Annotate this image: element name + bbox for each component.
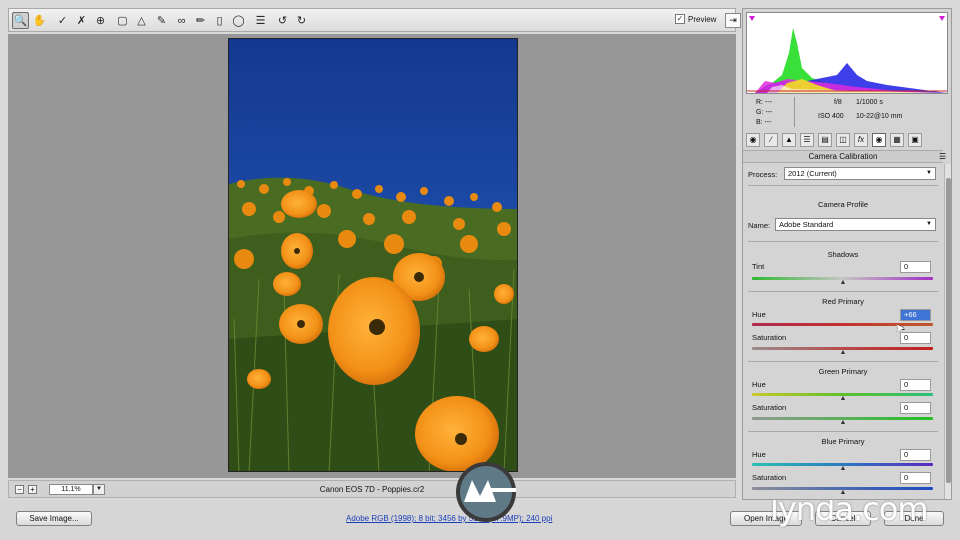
photo-preview[interactable] [228, 38, 518, 472]
split-toning-tab-icon[interactable]: ▤ [818, 133, 832, 147]
straighten-tool-icon[interactable]: △ [133, 12, 150, 29]
status-bar: − + 11.1% ▼ Canon EOS 7D - Poppies.cr2 [8, 480, 736, 498]
preview-toggle[interactable]: ✓ Preview [675, 14, 716, 24]
scrollbar-thumb[interactable] [946, 178, 951, 483]
save-image-button[interactable]: Save Image... [16, 511, 92, 526]
targeted-adjustment-tool-icon[interactable]: ⊕ [92, 12, 109, 29]
detail-tab-icon[interactable]: ▲ [782, 133, 796, 147]
top-toolbar: 🔍 ✋ ✓ ✗ ⊕ ▢ △ ✎ ∞ ✏ ▯ ◯ ☰ ↺ ↻ ✓ Preview … [8, 8, 741, 32]
red-saturation-label: Saturation [752, 333, 787, 342]
preview-label: Preview [688, 14, 717, 24]
readout-b: B: --- [756, 119, 772, 126]
tint-slider-thumb[interactable]: ▲ [840, 279, 847, 286]
blue-hue-slider-thumb[interactable]: ▲ [840, 465, 847, 472]
red-hue-value-field[interactable]: +66 [900, 309, 931, 321]
tone-curve-tab-icon[interactable]: ∕ [764, 133, 778, 147]
process-value: 2012 (Current) [788, 169, 837, 178]
fullscreen-toggle-icon[interactable]: ⇥ [725, 13, 741, 28]
panel-title: Camera Calibration [743, 150, 943, 163]
divider [748, 291, 938, 292]
red-saturation-slider-thumb[interactable]: ▲ [840, 349, 847, 356]
camera-info: R: --- G: --- B: --- f/8 1/1000 s ISO 40… [746, 97, 948, 133]
rotate-right-icon[interactable]: ↻ [293, 12, 310, 29]
process-label: Process: [748, 170, 778, 179]
name-label: Name: [748, 221, 771, 230]
divider [748, 431, 938, 432]
green-saturation-value-field[interactable]: 0 [900, 402, 931, 414]
rotate-left-icon[interactable]: ↺ [274, 12, 291, 29]
calibration-controls: Process: 2012 (Current) ▼ Camera Profile… [743, 164, 943, 499]
info-divider [794, 97, 795, 127]
lens: 10-22@10 mm [856, 113, 903, 120]
red-eye-removal-tool-icon[interactable]: ∞ [173, 12, 190, 29]
preview-checkbox[interactable]: ✓ [675, 14, 685, 24]
shadows-title: Shadows [827, 250, 859, 259]
readout-g: G: --- [756, 109, 773, 116]
green-saturation-slider-thumb[interactable]: ▲ [840, 419, 847, 426]
tint-value-field[interactable]: 0 [900, 261, 931, 273]
hsl-tab-icon[interactable]: ☰ [800, 133, 814, 147]
red-primary-title: Red Primary [822, 297, 864, 306]
lynda-logo-icon [456, 462, 516, 522]
green-hue-slider-thumb[interactable]: ▲ [840, 395, 847, 402]
green-saturation-label: Saturation [752, 403, 787, 412]
shutter-speed: 1/1000 s [856, 99, 883, 106]
blue-saturation-value-field[interactable]: 0 [900, 472, 931, 484]
readout-r: R: --- [756, 99, 772, 106]
presets-tab-icon[interactable]: ▦ [890, 133, 904, 147]
radial-filter-icon[interactable]: ◯ [230, 12, 247, 29]
blue-hue-value-field[interactable]: 0 [900, 449, 931, 461]
hand-tool-icon[interactable]: ✋ [31, 12, 48, 29]
panel-menu-icon[interactable]: ☰ [939, 152, 946, 161]
profile-value: Adobe Standard [779, 220, 834, 229]
snapshots-tab-icon[interactable]: ▣ [908, 133, 922, 147]
blue-saturation-slider-thumb[interactable]: ▲ [840, 489, 847, 496]
white-balance-tool-icon[interactable]: ✓ [54, 12, 71, 29]
basic-tab-icon[interactable]: ◉ [746, 133, 760, 147]
crop-tool-icon[interactable]: ▢ [114, 12, 131, 29]
tint-label: Tint [752, 262, 765, 271]
panel-tabs: ◉ ∕ ▲ ☰ ▤ ◫ fx ◉ ▦ ▣ [746, 133, 948, 149]
divider [748, 361, 938, 362]
process-select[interactable]: 2012 (Current) ▼ [784, 167, 936, 180]
blue-primary-title: Blue Primary [821, 437, 865, 446]
graduated-filter-icon[interactable]: ▯ [211, 12, 228, 29]
histogram [746, 12, 948, 94]
preferences-icon[interactable]: ☰ [252, 12, 269, 29]
divider [748, 185, 938, 186]
green-hue-label: Hue [752, 380, 766, 389]
blue-hue-label: Hue [752, 450, 766, 459]
color-sampler-tool-icon[interactable]: ✗ [73, 12, 90, 29]
spot-removal-tool-icon[interactable]: ✎ [153, 12, 170, 29]
green-hue-value-field[interactable]: 0 [900, 379, 931, 391]
divider [748, 241, 938, 242]
panel-scrollbar[interactable] [944, 164, 951, 499]
green-primary-title: Green Primary [818, 367, 868, 376]
poppies-image [229, 39, 517, 471]
chevron-down-icon: ▼ [926, 221, 932, 227]
aperture: f/8 [834, 99, 842, 106]
image-filename: Canon EOS 7D - Poppies.cr2 [319, 485, 425, 494]
profile-select[interactable]: Adobe Standard ▼ [775, 218, 936, 231]
iso: ISO 400 [818, 113, 844, 120]
mouse-cursor-icon: ➤ [895, 321, 906, 335]
chevron-down-icon: ▼ [926, 170, 932, 176]
effects-tab-icon[interactable]: fx [854, 133, 868, 147]
camera-profile-title: Camera Profile [817, 200, 869, 209]
zoom-tool-icon[interactable]: 🔍 [12, 12, 29, 29]
right-panel: R: --- G: --- B: --- f/8 1/1000 s ISO 40… [742, 8, 952, 500]
blue-saturation-label: Saturation [752, 473, 787, 482]
lens-corrections-tab-icon[interactable]: ◫ [836, 133, 850, 147]
camera-calibration-tab-icon[interactable]: ◉ [872, 133, 886, 147]
adjustment-brush-icon[interactable]: ✏ [192, 12, 209, 29]
red-hue-label: Hue [752, 310, 766, 319]
